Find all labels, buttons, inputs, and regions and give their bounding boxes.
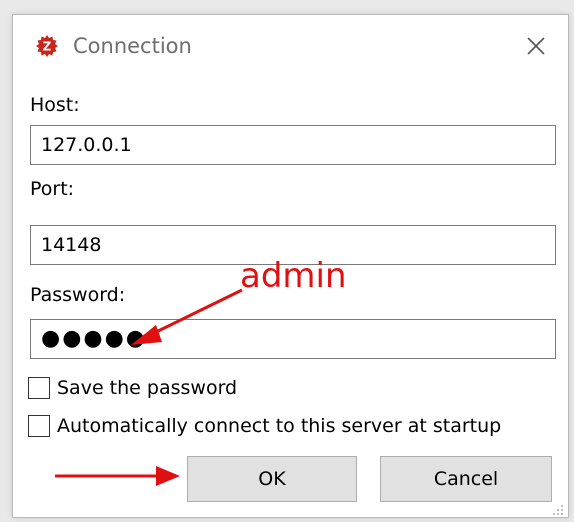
resize-grip-icon[interactable] bbox=[553, 505, 565, 517]
save-password-option[interactable]: Save the password bbox=[28, 375, 237, 401]
annotation-admin-text: admin bbox=[240, 256, 347, 296]
ok-button[interactable]: OK bbox=[187, 456, 357, 502]
cancel-button-label: Cancel bbox=[433, 468, 499, 490]
filezilla-server-icon: Z bbox=[36, 35, 58, 57]
save-password-label: Save the password bbox=[57, 377, 238, 399]
auto-connect-checkbox[interactable] bbox=[28, 415, 50, 437]
window-title: Connection bbox=[73, 34, 192, 58]
title-bar[interactable]: Z Connection bbox=[13, 15, 568, 77]
port-label: Port: bbox=[30, 178, 75, 200]
auto-connect-option[interactable]: Automatically connect to this server at … bbox=[28, 413, 501, 439]
host-label: Host: bbox=[30, 94, 80, 116]
host-value: 127.0.0.1 bbox=[41, 134, 132, 156]
cancel-button[interactable]: Cancel bbox=[380, 456, 552, 502]
password-label: Password: bbox=[30, 284, 126, 306]
close-icon bbox=[527, 37, 545, 55]
password-input[interactable]: ●●●●● bbox=[30, 319, 556, 359]
svg-text:Z: Z bbox=[43, 40, 52, 54]
ok-button-label: OK bbox=[258, 468, 286, 490]
host-input[interactable]: 127.0.0.1 bbox=[30, 125, 556, 165]
close-button[interactable] bbox=[521, 31, 551, 61]
auto-connect-label: Automatically connect to this server at … bbox=[57, 415, 502, 437]
screen: Z Connection Host: 127.0.0.1 Port: 14148… bbox=[0, 0, 574, 522]
password-masked-value: ●●●●● bbox=[41, 326, 147, 351]
save-password-checkbox[interactable] bbox=[28, 377, 50, 399]
port-value: 14148 bbox=[41, 234, 102, 256]
